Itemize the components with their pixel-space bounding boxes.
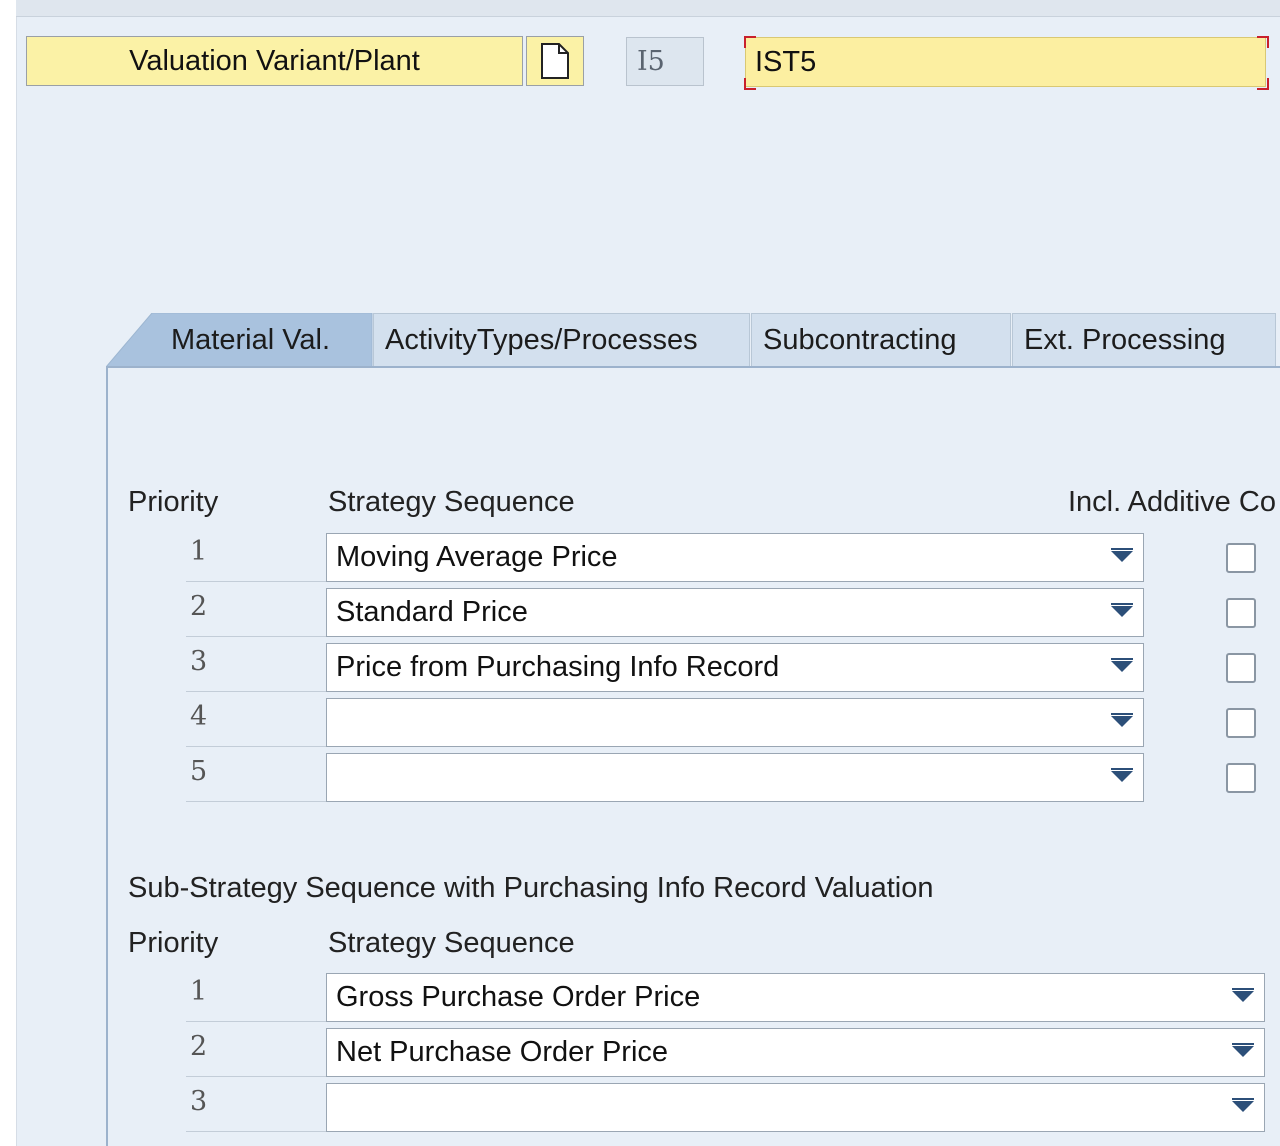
focus-corner-tl — [744, 36, 756, 48]
tab-label: Subcontracting — [763, 324, 957, 356]
sub-strategy-dropdown-3[interactable] — [326, 1083, 1265, 1132]
left-border — [0, 0, 17, 1146]
dropdown-arrow-icon — [1232, 1098, 1254, 1112]
priority-cell-3: 3 — [186, 638, 326, 692]
tab-ext-processing[interactable]: Ext. Processing — [1012, 313, 1276, 367]
tab-activity-types-processes[interactable]: ActivityTypes/Processes — [373, 313, 750, 367]
focus-corner-tr — [1257, 36, 1269, 48]
strategy-dropdown-5[interactable] — [326, 753, 1144, 802]
priority-cell-2: 2 — [186, 583, 326, 637]
document-icon — [541, 43, 569, 79]
sub-strategy-dropdown-2[interactable]: Net Purchase Order Price — [326, 1028, 1265, 1077]
priority-cell-1: 1 — [186, 528, 326, 582]
toolbar-strip — [16, 0, 1280, 17]
dropdown-value: Gross Purchase Order Price — [336, 981, 701, 1013]
plant-input[interactable] — [745, 37, 1266, 87]
strategy-dropdown-1[interactable]: Moving Average Price — [326, 533, 1144, 582]
sub-strategy-sequence-header: Strategy Sequence — [328, 927, 575, 959]
strategy-dropdown-2[interactable]: Standard Price — [326, 588, 1144, 637]
priority-number: 2 — [190, 591, 208, 622]
priority-number: 1 — [190, 536, 208, 567]
tab-label: Material Val. — [171, 323, 331, 356]
focus-corner-br — [1257, 78, 1269, 90]
tab-label: Ext. Processing — [1024, 324, 1226, 356]
valuation-variant-code-text: I5 — [637, 46, 665, 77]
sub-strategy-dropdown-1[interactable]: Gross Purchase Order Price — [326, 973, 1265, 1022]
dropdown-arrow-icon — [1232, 988, 1254, 1002]
tab-label: ActivityTypes/Processes — [385, 324, 698, 356]
strategy-dropdown-3[interactable]: Price from Purchasing Info Record — [326, 643, 1144, 692]
sub-priority-cell-1: 1 — [186, 968, 326, 1022]
document-button[interactable] — [526, 36, 584, 86]
valuation-variant-plant-label: Valuation Variant/Plant — [129, 44, 420, 77]
dropdown-value: Price from Purchasing Info Record — [336, 651, 780, 683]
sub-priority-cell-2: 2 — [186, 1023, 326, 1077]
focus-corner-bl — [744, 78, 756, 90]
priority-cell-5: 5 — [186, 748, 326, 802]
priority-cell-4: 4 — [186, 693, 326, 747]
strategy-dropdown-4[interactable] — [326, 698, 1144, 747]
dropdown-value: Standard Price — [336, 596, 528, 628]
additive-checkbox-4[interactable] — [1226, 708, 1256, 738]
dropdown-arrow-icon — [1111, 713, 1133, 727]
dropdown-value: Net Purchase Order Price — [336, 1036, 669, 1068]
additive-checkbox-1[interactable] — [1226, 543, 1256, 573]
priority-number: 4 — [190, 701, 208, 732]
sub-priority-header: Priority — [128, 927, 219, 959]
dropdown-arrow-icon — [1232, 1043, 1254, 1057]
dropdown-arrow-icon — [1111, 603, 1133, 617]
tab-material-val[interactable]: Material Val. — [160, 313, 372, 367]
sub-priority-cell-3: 3 — [186, 1078, 326, 1132]
additive-checkbox-5[interactable] — [1226, 763, 1256, 793]
priority-number: 3 — [190, 1086, 208, 1117]
priority-number: 2 — [190, 1031, 208, 1062]
additive-checkbox-3[interactable] — [1226, 653, 1256, 683]
priority-header: Priority — [128, 486, 219, 518]
dropdown-arrow-icon — [1111, 658, 1133, 672]
dropdown-arrow-icon — [1111, 768, 1133, 782]
valuation-variant-code: I5 — [626, 37, 704, 86]
priority-number: 5 — [190, 756, 208, 787]
additive-checkbox-2[interactable] — [1226, 598, 1256, 628]
sub-strategy-title: Sub-Strategy Sequence with Purchasing In… — [128, 872, 934, 904]
dropdown-value: Moving Average Price — [336, 541, 618, 573]
priority-number: 1 — [190, 976, 208, 1007]
tab-subcontracting[interactable]: Subcontracting — [751, 313, 1011, 367]
tab-strip: Material Val. ActivityTypes/Processes Su… — [106, 313, 1280, 367]
priority-number: 3 — [190, 646, 208, 677]
dropdown-arrow-icon — [1111, 548, 1133, 562]
valuation-variant-plant-button[interactable]: Valuation Variant/Plant — [26, 36, 523, 86]
strategy-sequence-header: Strategy Sequence — [328, 486, 575, 518]
incl-additive-header: Incl. Additive Co — [1068, 486, 1276, 518]
